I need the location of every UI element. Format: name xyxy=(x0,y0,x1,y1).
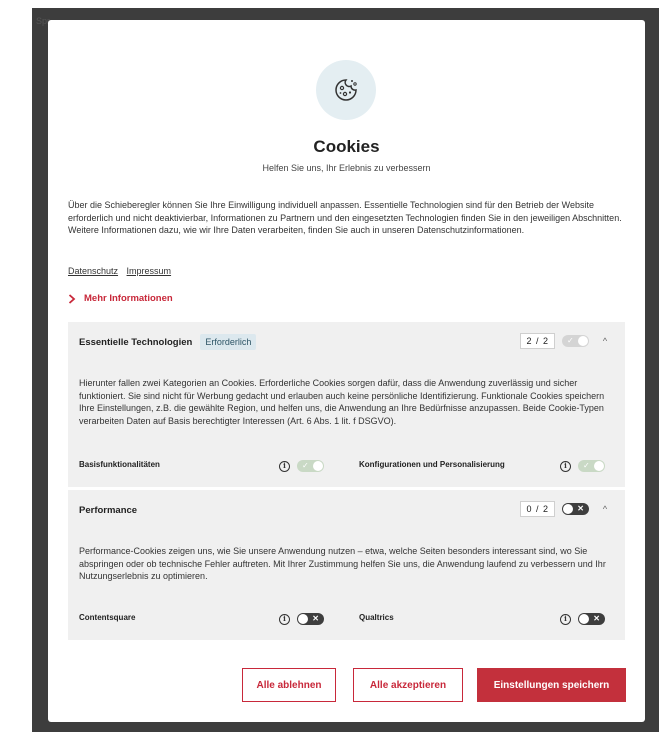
imprint-link[interactable]: Impressum xyxy=(127,266,172,276)
item-label: Basisfunktionalitäten xyxy=(79,460,160,469)
section-essential: Essentielle Technologien Erforderlich 2 … xyxy=(68,322,625,487)
info-icon[interactable]: i xyxy=(279,613,290,625)
section-toggle[interactable]: ✕ xyxy=(562,503,589,515)
item-label: Contentsquare xyxy=(79,613,136,622)
info-icon[interactable]: i xyxy=(279,460,290,472)
consent-count: 2 / 2 xyxy=(520,333,555,349)
section-description: Hierunter fallen zwei Kategorien an Cook… xyxy=(79,378,605,426)
save-settings-button[interactable]: Einstellungen speichern xyxy=(477,668,626,702)
item-toggle[interactable]: ✕ xyxy=(297,613,324,625)
check-icon: ✓ xyxy=(567,336,574,345)
x-icon: ✕ xyxy=(593,614,600,623)
item-label: Konfigurationen und Personalisierung xyxy=(359,460,505,469)
chevron-right-icon xyxy=(68,293,76,304)
cookie-consent-dialog: Cookies Helfen Sie uns, Ihr Erlebnis zu … xyxy=(48,20,645,722)
section-header[interactable]: Performance 0 / 2 ✕ ^ xyxy=(79,490,614,530)
dialog-title: Cookies xyxy=(313,137,380,156)
x-icon: ✕ xyxy=(312,614,319,623)
section-title: Performance xyxy=(79,504,138,516)
section-title: Essentielle Technologien xyxy=(79,336,193,348)
consent-count: 0 / 2 xyxy=(520,501,555,517)
intro-text: Über die Schieberegler können Sie Ihre E… xyxy=(68,200,622,235)
check-icon: ✓ xyxy=(583,461,590,470)
section-performance: Performance 0 / 2 ✕ ^ Performance-Cookie… xyxy=(68,490,625,640)
reject-all-button[interactable]: Alle ablehnen xyxy=(242,668,336,702)
legal-links: Datenschutz Impressum xyxy=(68,266,177,276)
chevron-up-icon[interactable]: ^ xyxy=(596,504,614,514)
section-items: Contentsquare i ✕ Qualtrics i ✕ xyxy=(79,613,614,629)
item-label: Qualtrics xyxy=(359,613,394,622)
section-items: Basisfunktionalitäten i ✓ Konfiguratione… xyxy=(79,460,614,476)
required-badge: Erforderlich xyxy=(200,334,257,350)
more-info-link[interactable]: Mehr Informationen xyxy=(68,293,173,304)
chevron-up-icon[interactable]: ^ xyxy=(596,336,614,346)
item-toggle[interactable]: ✕ xyxy=(578,613,605,625)
section-header[interactable]: Essentielle Technologien Erforderlich 2 … xyxy=(79,322,614,362)
more-info-label: Mehr Informationen xyxy=(84,293,173,304)
section-toggle[interactable]: ✓ xyxy=(562,335,589,347)
cookie-icon xyxy=(316,60,376,120)
item-toggle[interactable]: ✓ xyxy=(578,460,605,472)
info-icon[interactable]: i xyxy=(560,460,571,472)
x-icon: ✕ xyxy=(577,504,584,513)
check-icon: ✓ xyxy=(302,461,309,470)
dialog-footer: Alle ablehnen Alle akzeptieren Einstellu… xyxy=(48,668,645,708)
item-toggle[interactable]: ✓ xyxy=(297,460,324,472)
section-description: Performance-Cookies zeigen uns, wie Sie … xyxy=(79,546,606,581)
info-icon[interactable]: i xyxy=(560,613,571,625)
dialog-subtitle: Helfen Sie uns, Ihr Erlebnis zu verbesse… xyxy=(262,163,431,173)
privacy-link[interactable]: Datenschutz xyxy=(68,266,118,276)
accept-all-button[interactable]: Alle akzeptieren xyxy=(353,668,463,702)
